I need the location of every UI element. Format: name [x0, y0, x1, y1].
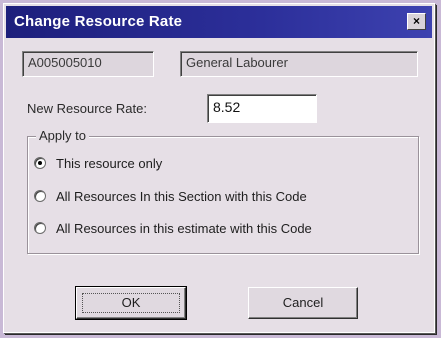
close-button[interactable]: × — [407, 13, 426, 30]
close-icon: × — [412, 14, 420, 28]
radio-button-checked[interactable] — [34, 157, 46, 169]
radio-button[interactable] — [34, 222, 46, 234]
cancel-button[interactable]: Cancel — [248, 287, 358, 319]
apply-to-legend: Apply to — [36, 128, 89, 143]
resource-name-field: General Labourer — [180, 51, 418, 77]
focus-rectangle — [82, 293, 180, 313]
new-rate-label: New Resource Rate: — [27, 101, 147, 116]
radio-button[interactable] — [34, 190, 46, 202]
cancel-button-label: Cancel — [282, 295, 324, 310]
radio-label: All Resources in this estimate with this… — [56, 221, 312, 236]
resource-code-field: A005005010 — [22, 51, 154, 77]
title-bar[interactable]: Change Resource Rate × — [6, 6, 432, 38]
new-rate-input[interactable]: 8.52 — [207, 94, 317, 123]
radio-label: This resource only — [56, 156, 163, 171]
ok-button[interactable]: OK — [75, 286, 187, 320]
dialog-title: Change Resource Rate — [14, 13, 183, 30]
radio-label: All Resources In this Section with this … — [56, 189, 307, 204]
